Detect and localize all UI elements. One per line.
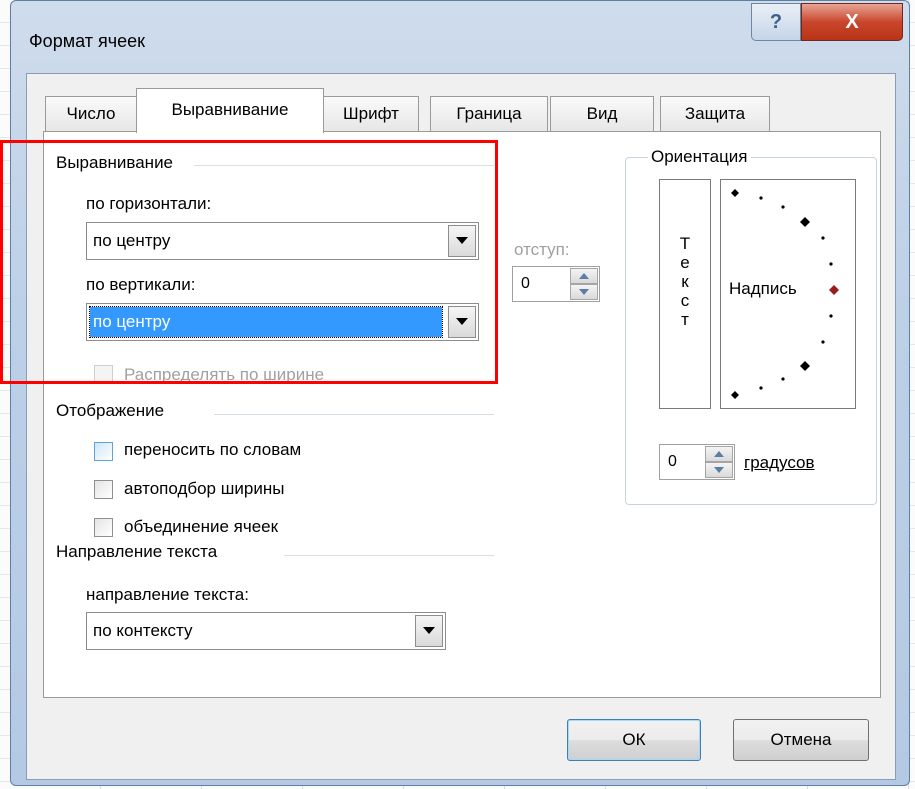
tab-label: Число [66,104,116,123]
title-bar: Формат ячеек ? X [11,1,909,73]
tab-protection[interactable]: Защита [660,96,770,132]
indent-label: отступ: [514,240,570,259]
format-cells-dialog: Формат ячеек ? X Число Выравнивание Шриф… [10,0,910,786]
tab-border[interactable]: Граница [430,96,548,132]
spin-up-icon[interactable] [705,446,733,462]
vertical-text-letter: е [680,253,690,272]
spin-up-icon[interactable] [570,268,598,284]
help-icon: ? [769,10,783,33]
dialog-title: Формат ячеек [29,31,145,51]
spin-down-icon[interactable] [705,462,733,478]
text-direction-value: по контексту [93,621,193,640]
vertical-text-letter: с [680,291,690,310]
tab-label: Граница [456,104,522,123]
degrees-value: 0 [668,453,677,470]
tab-label: Вид [586,104,618,123]
vertical-text-letter: к [681,272,689,291]
indent-value: 0 [521,275,530,292]
tab-label: Шрифт [343,104,399,123]
tab-number[interactable]: Число [45,96,137,132]
vertical-text-letter: Т [679,234,691,253]
tab-label: Защита [684,104,746,123]
merge-cells-checkbox[interactable] [94,518,113,537]
dial-marker [800,361,810,371]
dial-marker [800,217,810,227]
ok-button[interactable]: ОК [567,719,701,761]
group-divider [214,414,494,415]
tab-label: Выравнивание [171,100,289,119]
spinner-buttons [570,268,598,300]
degrees-label: градусов [744,453,815,472]
wrap-text-checkbox[interactable] [94,442,113,461]
group-divider [284,555,494,556]
dial-marker [731,189,739,197]
wrap-text-label: переносить по словам [124,440,302,459]
cancel-label: Отмена [770,730,832,749]
chevron-down-icon[interactable] [415,615,443,647]
ok-label: ОК [622,730,646,749]
orientation-group-title: Ориентация [648,147,751,167]
dial-marker [731,391,739,399]
orientation-dial[interactable]: Надпись [720,179,856,409]
dial-pointer [829,285,839,295]
display-group-title: Отображение [56,401,169,421]
annotation-highlight-box [0,140,498,384]
close-button[interactable]: X [801,3,903,41]
close-icon: X [845,10,859,33]
spinner-buttons [705,446,733,478]
shrink-to-fit-checkbox[interactable] [94,480,113,499]
dial-sample-label: Надпись [729,279,797,298]
merge-cells-label: объединение ячеек [124,517,279,536]
tab-fill[interactable]: Вид [550,96,654,132]
indent-spinner[interactable]: 0 [512,266,600,302]
help-button[interactable]: ? [751,3,801,41]
shrink-to-fit-label: автоподбор ширины [124,479,285,498]
text-direction-label: направление текста: [86,585,249,604]
degrees-spinner[interactable]: 0 [659,444,735,480]
text-direction-select[interactable]: по контексту [86,612,446,650]
vertical-text-letter: т [681,310,689,329]
tab-font[interactable]: Шрифт [323,96,419,132]
spin-down-icon[interactable] [570,284,598,300]
tab-alignment[interactable]: Выравнивание [136,88,324,133]
cancel-button[interactable]: Отмена [733,719,869,761]
text-direction-group-title: Направление текста [56,542,222,562]
vertical-text-button[interactable]: Т е к с т [659,179,711,409]
